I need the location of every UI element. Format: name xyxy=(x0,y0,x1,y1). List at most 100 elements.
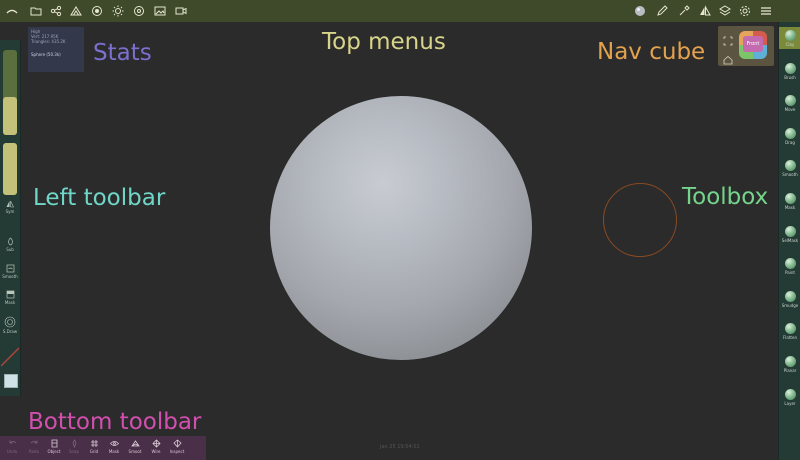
cube-front-label[interactable]: Front xyxy=(743,36,763,52)
sub-button[interactable]: Sub xyxy=(0,237,20,252)
snap-button[interactable]: Snap xyxy=(64,439,84,454)
tool-layer[interactable]: Layer xyxy=(779,386,800,408)
redo-icon xyxy=(30,440,37,444)
toolbox-annotation: Toolbox xyxy=(682,184,769,210)
tool-label: Drag xyxy=(785,139,795,145)
mask-button[interactable]: Mask xyxy=(0,290,20,305)
target-icon[interactable] xyxy=(131,3,147,19)
tool-clay[interactable]: Clay xyxy=(779,27,800,49)
bottom-button-label: Undo xyxy=(6,449,18,454)
brush-flatten-icon xyxy=(784,323,796,335)
redo-button[interactable]: Redo xyxy=(24,439,44,454)
grid-icon xyxy=(90,440,98,447)
undo-button[interactable]: Undo xyxy=(2,439,22,454)
intensity-slider-fill xyxy=(3,143,17,195)
sdraw-button[interactable]: S.Draw xyxy=(0,316,20,334)
globe-icon[interactable] xyxy=(89,3,105,19)
radius-slider-fill xyxy=(3,96,17,135)
sdraw-label: S.Draw xyxy=(2,329,18,334)
inspect-icon xyxy=(172,439,182,448)
tool-label: Smudge xyxy=(781,302,799,308)
tool-label: Smooth xyxy=(782,172,798,178)
subdivide-icon xyxy=(7,237,13,246)
tool-label: Move xyxy=(784,107,796,113)
stats-annotation: Stats xyxy=(93,40,152,66)
tool-label: Planar xyxy=(783,368,797,373)
tool-label: Brush xyxy=(784,74,796,80)
tool-paint[interactable]: Paint xyxy=(779,255,800,277)
grid-button[interactable]: Grid xyxy=(84,439,104,454)
folder-icon[interactable] xyxy=(28,3,44,19)
object-button[interactable]: Object xyxy=(44,439,64,454)
brush-planar-icon xyxy=(784,356,796,367)
left-toolbar: Sym Sub Smooth Mask S.Draw xyxy=(0,40,21,396)
material-icon[interactable] xyxy=(632,3,648,19)
intensity-slider[interactable] xyxy=(3,143,17,195)
tool-smooth[interactable]: Smooth xyxy=(779,157,800,179)
tool-label: Layer xyxy=(784,400,796,406)
bottom-button-label: Wire xyxy=(151,449,161,454)
home-icon[interactable] xyxy=(723,50,733,65)
sun-icon[interactable] xyxy=(110,3,126,19)
sub-label: Sub xyxy=(6,247,14,252)
bottom-button-label: Object xyxy=(47,449,61,454)
sym-label: Sym xyxy=(5,209,15,214)
pen-icon[interactable] xyxy=(654,3,670,19)
left-toolbar-annotation: Left toolbar xyxy=(33,185,166,211)
layers-icon[interactable] xyxy=(717,3,733,19)
tool-label: Mask xyxy=(784,205,796,210)
top-menu-bar xyxy=(0,0,800,22)
brush-paint-icon xyxy=(784,258,796,270)
snap-icon xyxy=(72,439,76,448)
sym-button[interactable]: Sym xyxy=(0,200,20,214)
picker-icon[interactable] xyxy=(676,3,692,19)
mask-label: Mask xyxy=(4,300,16,305)
nav-cube[interactable]: Front xyxy=(718,26,774,66)
tool-label: SelMask xyxy=(781,237,799,243)
settings-icon[interactable] xyxy=(737,3,753,19)
wire-icon xyxy=(151,439,161,448)
radius-slider[interactable] xyxy=(3,50,17,135)
bottom-toolbar-annotation: Bottom toolbar xyxy=(28,409,202,435)
brush-cursor-ring xyxy=(603,183,677,257)
bottom-button-label: Redo xyxy=(28,449,40,454)
bottom-button-label: Grid xyxy=(89,449,99,454)
undo-icon xyxy=(9,440,16,444)
brush-brush-icon xyxy=(784,62,796,74)
menu-icon[interactable] xyxy=(758,3,774,19)
eye-icon xyxy=(109,441,119,446)
tool-label: Flatten xyxy=(783,335,797,341)
tool-drag[interactable]: Drag xyxy=(779,125,800,147)
bottom-button-label: Smoot xyxy=(128,449,142,454)
eye-button[interactable]: Mask xyxy=(104,439,124,454)
tool-selmask[interactable]: SelMask xyxy=(779,223,800,245)
tool-flatten[interactable]: Flatten xyxy=(779,320,800,342)
tool-smudge[interactable]: Smudge xyxy=(779,288,800,310)
wire-button[interactable]: Wire xyxy=(146,439,166,454)
share-icon[interactable] xyxy=(48,3,64,19)
smooth-button[interactable]: Smooth xyxy=(0,264,20,279)
tool-move[interactable]: Move xyxy=(779,92,800,114)
stats-object[interactable]: Sphere (50.3k) xyxy=(31,52,81,57)
image-icon[interactable] xyxy=(152,3,168,19)
fullscreen-icon[interactable] xyxy=(723,31,733,46)
color-swatch[interactable] xyxy=(4,374,18,388)
bottom-button-label: Snap xyxy=(68,449,80,454)
smooth-icon xyxy=(6,264,14,273)
stroke-preview-icon[interactable] xyxy=(0,346,20,368)
inspect-button[interactable]: Inspect xyxy=(167,439,187,454)
tool-label: Clay xyxy=(785,42,795,47)
video-icon[interactable] xyxy=(173,3,189,19)
scene-icon[interactable] xyxy=(68,3,84,19)
stats-triangles: Triangles: 435.2K xyxy=(31,39,66,44)
tool-brush[interactable]: Brush xyxy=(779,60,800,82)
sculpt-sphere[interactable] xyxy=(270,96,532,360)
symmetry-icon[interactable] xyxy=(697,3,713,19)
tool-planar[interactable]: Planar xyxy=(779,353,800,375)
smooth-icon xyxy=(130,440,140,447)
logo-icon[interactable] xyxy=(4,3,20,19)
brush-smudge-icon xyxy=(784,290,796,302)
smooth-button[interactable]: Smoot xyxy=(125,439,145,454)
tool-mask[interactable]: Mask xyxy=(779,190,800,212)
bottom-toolbar: Undo Redo Object Snap Grid Mask Smoot Wire Inspe… xyxy=(0,436,206,460)
